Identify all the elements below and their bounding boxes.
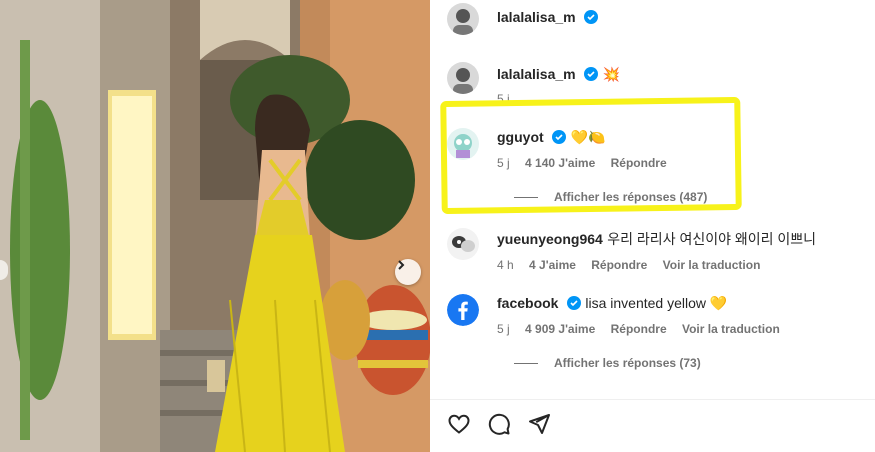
avatar[interactable] — [447, 62, 479, 94]
caption-text: 💥 — [602, 66, 620, 82]
action-bar — [447, 412, 551, 436]
avatar[interactable] — [447, 3, 479, 35]
like-count[interactable]: 4 J'aime — [529, 258, 576, 272]
comment-row: facebook lisa invented yellow 💛 5 j 4 90… — [447, 294, 857, 374]
translate-button[interactable]: Voir la traduction — [682, 322, 780, 336]
comments-panel: lalalalisa_m lalalalisa_m 💥 5 j gguyot 💛… — [430, 0, 875, 452]
chevron-right-icon[interactable] — [395, 259, 421, 285]
comment-author[interactable]: facebook — [497, 295, 558, 311]
post-photo — [0, 0, 430, 452]
verified-icon — [566, 296, 581, 310]
heart-icon[interactable] — [447, 412, 471, 436]
translate-button[interactable]: Voir la traduction — [663, 258, 761, 272]
verified-icon — [584, 67, 599, 81]
caption-author[interactable]: lalalalisa_m — [497, 66, 576, 82]
comment-row: yueunyeong964 우리 라리사 여신이야 왜이리 이쁘니 4 h 4 … — [447, 228, 857, 274]
highlight-annotation — [440, 96, 742, 215]
reply-button[interactable]: Répondre — [591, 258, 647, 272]
comment-time: 4 h — [497, 258, 514, 272]
verified-icon — [584, 10, 599, 24]
divider — [430, 399, 875, 400]
comment-text: 우리 라리사 여신이야 왜이리 이쁘니 — [607, 231, 817, 247]
photo-illustration — [0, 0, 430, 452]
share-icon[interactable] — [527, 412, 551, 436]
comment-text: lisa invented yellow 💛 — [585, 295, 728, 311]
post-header: lalalalisa_m — [430, 0, 875, 35]
view-replies-label: Afficher les réponses (73) — [554, 356, 701, 370]
comment-icon[interactable] — [487, 412, 511, 436]
comment-time: 5 j — [497, 322, 510, 336]
caption-row: lalalalisa_m 💥 5 j — [447, 62, 857, 106]
facebook-icon[interactable] — [447, 294, 479, 326]
view-replies-button[interactable]: Afficher les réponses (73) — [514, 356, 701, 370]
post-author[interactable]: lalalalisa_m — [497, 9, 576, 25]
avatar[interactable] — [447, 228, 479, 260]
reply-button[interactable]: Répondre — [611, 322, 667, 336]
like-count[interactable]: 4 909 J'aime — [525, 322, 595, 336]
comment-author[interactable]: yueunyeong964 — [497, 231, 603, 247]
